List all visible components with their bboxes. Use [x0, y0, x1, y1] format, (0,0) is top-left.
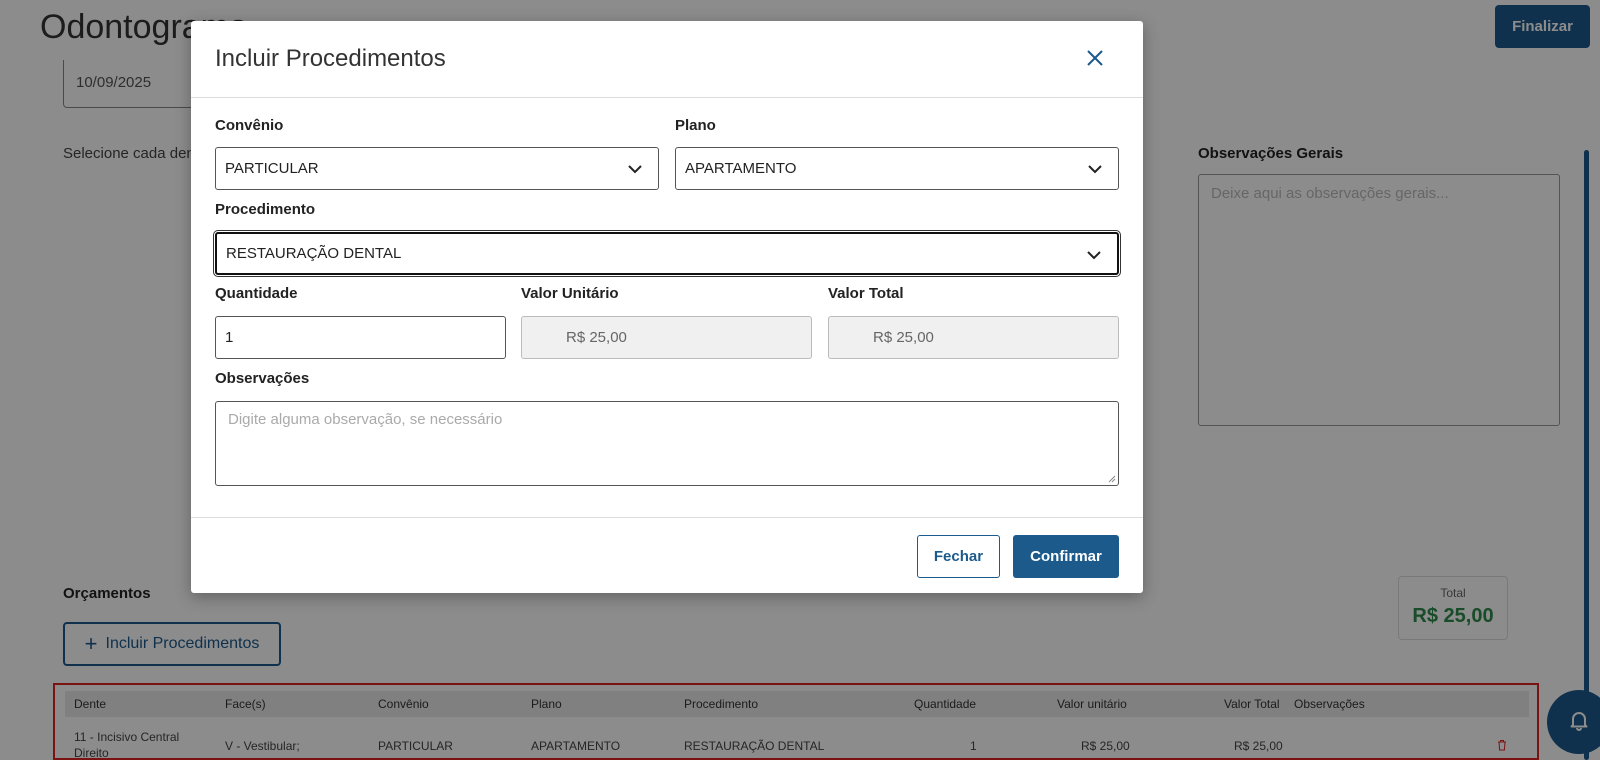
- procedure-select[interactable]: RESTAURAÇÃO DENTAL: [213, 230, 1121, 277]
- close-modal-button[interactable]: Fechar: [917, 535, 1000, 578]
- chevron-down-icon: [628, 165, 642, 174]
- total-value-label: Valor Total: [828, 285, 904, 302]
- modal-header: Incluir Procedimentos: [191, 21, 1143, 98]
- total-value-field: R$ 25,00: [828, 316, 1119, 359]
- quantity-input[interactable]: 1: [215, 316, 506, 359]
- unit-value-label: Valor Unitário: [521, 285, 619, 302]
- chevron-down-icon: [1088, 165, 1102, 174]
- resize-handle-icon[interactable]: [1107, 474, 1116, 483]
- insurance-select[interactable]: PARTICULAR: [215, 147, 659, 190]
- plan-value: APARTAMENTO: [685, 160, 797, 177]
- chevron-down-icon: [1087, 251, 1101, 260]
- quantity-label: Quantidade: [215, 285, 298, 302]
- confirm-button[interactable]: Confirmar: [1013, 535, 1119, 578]
- insurance-value: PARTICULAR: [225, 160, 319, 177]
- notes-label: Observações: [215, 370, 310, 387]
- notes-textarea[interactable]: Digite alguma observação, se necessário: [215, 401, 1119, 486]
- modal-footer: [191, 517, 1143, 593]
- quantity-value: 1: [225, 329, 234, 346]
- plan-select[interactable]: APARTAMENTO: [675, 147, 1119, 190]
- procedure-label: Procedimento: [215, 201, 316, 218]
- unit-value-field: R$ 25,00: [521, 316, 812, 359]
- procedure-value: RESTAURAÇÃO DENTAL: [226, 245, 402, 262]
- unit-value: R$ 25,00: [566, 329, 627, 346]
- notes-placeholder: Digite alguma observação, se necessário: [228, 411, 503, 428]
- insurance-label: Convênio: [215, 117, 284, 134]
- modal-title: Incluir Procedimentos: [215, 45, 446, 72]
- total-value: R$ 25,00: [873, 329, 934, 346]
- close-icon: [1085, 49, 1105, 71]
- close-button[interactable]: [1083, 47, 1107, 71]
- plan-label: Plano: [675, 117, 716, 134]
- include-procedures-modal: Incluir Procedimentos Convênio PARTICULA…: [191, 21, 1143, 593]
